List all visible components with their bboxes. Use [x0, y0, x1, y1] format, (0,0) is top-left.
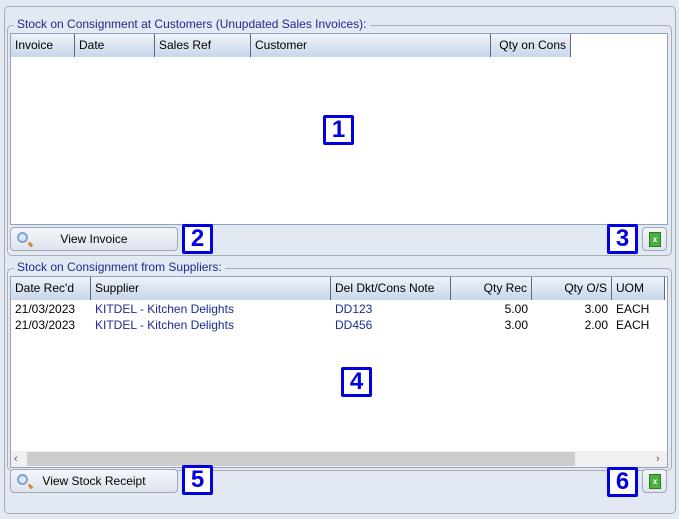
scrollbar-thumb[interactable] — [27, 452, 575, 466]
excel-icon: x — [649, 232, 661, 247]
view-stock-receipt-button[interactable]: View Stock Receipt — [10, 469, 178, 493]
view-invoice-label: View Invoice — [60, 232, 128, 246]
callout-2: 2 — [182, 224, 213, 254]
suppliers-table[interactable]: Date Rec'd Supplier Del Dkt/Cons Note Qt… — [10, 276, 668, 468]
customers-group-title: Stock on Consignment at Customers (Unupd… — [14, 17, 370, 31]
col-uom[interactable]: UOM — [612, 277, 665, 300]
col-supplier[interactable]: Supplier — [91, 277, 331, 300]
col-qty-on-cons[interactable]: Qty on Cons — [491, 34, 571, 57]
col-sales-ref[interactable]: Sales Ref — [155, 34, 251, 57]
cell-supplier: KITDEL - Kitchen Delights — [95, 302, 234, 316]
cell-date-recd: 21/03/2023 — [15, 302, 76, 316]
horizontal-scrollbar[interactable]: ‹ › — [11, 451, 667, 467]
col-qty-rec[interactable]: Qty Rec — [451, 277, 532, 300]
col-qty-os[interactable]: Qty O/S — [532, 277, 612, 300]
callout-6: 6 — [607, 467, 638, 497]
scroll-left-icon[interactable]: ‹ — [14, 451, 18, 467]
col-date-recd[interactable]: Date Rec'd — [11, 277, 91, 300]
cell-del-dkt: DD123 — [335, 302, 373, 316]
callout-3: 3 — [607, 224, 638, 254]
cell-uom: EACH — [616, 302, 650, 316]
view-invoice-button[interactable]: View Invoice — [10, 227, 178, 251]
cell-uom: EACH — [616, 318, 650, 332]
cell-date-recd: 21/03/2023 — [15, 318, 76, 332]
cell-qty-rec: 3.00 — [504, 318, 528, 332]
magnifier-icon — [17, 232, 28, 243]
col-customer[interactable]: Customer — [251, 34, 491, 57]
cell-qty-rec: 5.00 — [504, 302, 528, 316]
export-excel-button-suppliers[interactable]: x — [642, 469, 667, 493]
cell-supplier: KITDEL - Kitchen Delights — [95, 318, 234, 332]
callout-1: 1 — [323, 115, 354, 145]
excel-icon: x — [649, 474, 661, 489]
cell-qty-os: 2.00 — [584, 318, 608, 332]
col-del-dkt[interactable]: Del Dkt/Cons Note — [331, 277, 451, 300]
scroll-right-icon[interactable]: › — [656, 451, 660, 467]
col-invoice[interactable]: Invoice — [11, 34, 75, 57]
suppliers-group-title: Stock on Consignment from Suppliers: — [14, 260, 225, 274]
cell-qty-os: 3.00 — [584, 302, 608, 316]
magnifier-icon — [17, 474, 28, 485]
export-excel-button[interactable]: x — [642, 227, 667, 251]
view-stock-receipt-label: View Stock Receipt — [42, 474, 146, 488]
callout-5: 5 — [182, 465, 213, 495]
col-date[interactable]: Date — [75, 34, 155, 57]
callout-4: 4 — [341, 367, 372, 397]
cell-del-dkt: DD456 — [335, 318, 373, 332]
